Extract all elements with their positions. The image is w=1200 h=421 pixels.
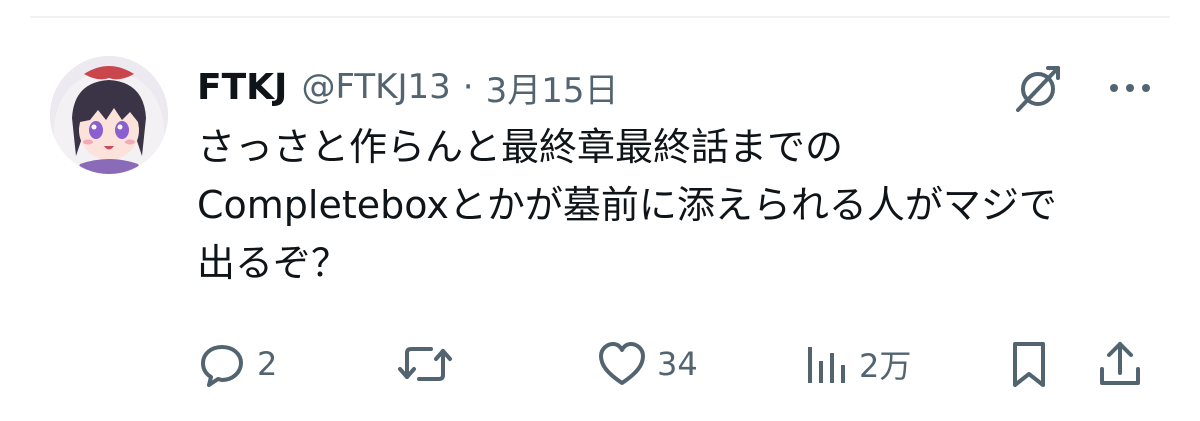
like-button[interactable]: 34: [597, 334, 698, 394]
reply-icon: [201, 345, 243, 387]
grok-icon[interactable]: [1008, 58, 1068, 118]
repost-button[interactable]: [397, 334, 463, 394]
like-icon: [599, 342, 645, 385]
repost-icon: [398, 347, 452, 381]
top-divider: [30, 16, 1170, 18]
share-icon: [1100, 342, 1140, 385]
display-name[interactable]: FTKJ: [197, 67, 287, 108]
views-button[interactable]: 2万: [805, 334, 911, 394]
bookmark-icon: [1013, 342, 1045, 387]
header-actions: [1008, 58, 1152, 118]
like-count: 34: [657, 345, 698, 383]
user-handle[interactable]: @FTKJ13: [301, 67, 450, 107]
reply-button[interactable]: 2: [197, 334, 277, 394]
tweet-actions: 2 34 2万: [197, 334, 1148, 394]
avatar-image: [50, 56, 168, 174]
bookmark-button[interactable]: [1009, 334, 1049, 394]
tweet-date[interactable]: 3月15日: [486, 63, 619, 112]
views-count: 2万: [859, 347, 912, 385]
tweet-text: さっさと作らんと最終章最終話までの Completeboxとかが墓前に添えられる…: [197, 125, 1057, 285]
tweet-header: FTKJ @FTKJ13 · 3月15日: [197, 60, 619, 114]
separator-dot: ·: [462, 67, 474, 107]
views-icon: [808, 347, 845, 383]
more-icon[interactable]: [1108, 78, 1152, 98]
reply-count: 2: [257, 345, 278, 383]
share-button[interactable]: [1097, 334, 1143, 394]
avatar[interactable]: [50, 56, 168, 174]
